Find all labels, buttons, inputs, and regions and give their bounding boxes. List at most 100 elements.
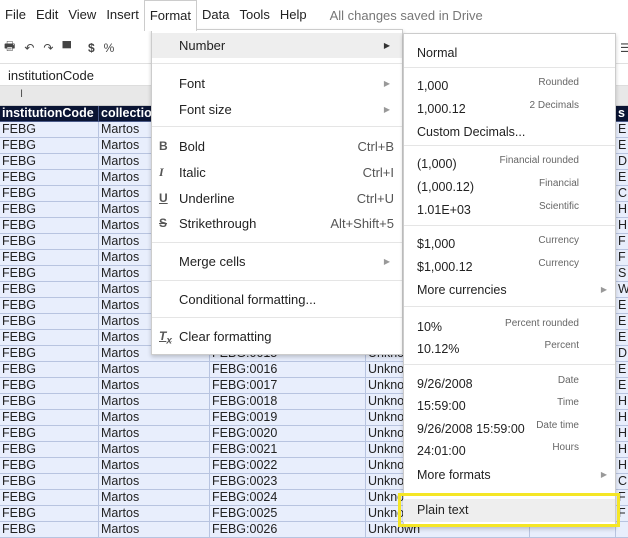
currency-button[interactable]: $: [88, 41, 95, 55]
cell[interactable]: H: [616, 218, 628, 234]
paint-format-icon[interactable]: ▀: [62, 41, 71, 55]
number-format-item[interactable]: 1,000 Rounded: [404, 75, 615, 97]
cell[interactable]: FEBG: [0, 490, 99, 506]
cell[interactable]: C: [616, 186, 628, 202]
cell[interactable]: FEBG: [0, 442, 99, 458]
cell[interactable]: FEBG:0020: [210, 426, 366, 442]
cell[interactable]: E: [616, 170, 628, 186]
cell[interactable]: H: [616, 426, 628, 442]
menu-view[interactable]: View: [63, 0, 101, 30]
cell[interactable]: Martos: [99, 378, 210, 394]
cell[interactable]: D: [616, 154, 628, 170]
menu-file[interactable]: File: [0, 0, 31, 30]
cell[interactable]: E: [616, 362, 628, 378]
cell[interactable]: FEBG:0016: [210, 362, 366, 378]
cell[interactable]: S: [616, 266, 628, 282]
cell[interactable]: E: [616, 378, 628, 394]
cell[interactable]: FEBG: [0, 218, 99, 234]
cell[interactable]: FEBG: [0, 378, 99, 394]
cell[interactable]: FEBG:0021: [210, 442, 366, 458]
cell[interactable]: Martos: [99, 458, 210, 474]
menu-item-number[interactable]: Number ▶: [152, 33, 402, 58]
percent-button[interactable]: %: [104, 41, 115, 55]
cell[interactable]: Martos: [99, 522, 210, 538]
cell[interactable]: FEBG: [0, 186, 99, 202]
cell[interactable]: E: [616, 314, 628, 330]
number-format-item[interactable]: 9/26/2008 15:59:00 Date time: [404, 418, 615, 440]
number-format-item[interactable]: 10.12% Percent: [404, 338, 615, 360]
cell[interactable]: FEBG: [0, 298, 99, 314]
menu-format[interactable]: Format: [143, 0, 197, 31]
cell[interactable]: FEBG: [0, 474, 99, 490]
number-format-item[interactable]: 15:59:00 Time: [404, 395, 615, 417]
cell[interactable]: FEBG:0023: [210, 474, 366, 490]
menu-data[interactable]: Data: [197, 0, 234, 30]
cell[interactable]: E: [616, 330, 628, 346]
cell[interactable]: Martos: [99, 442, 210, 458]
cell[interactable]: Martos: [99, 474, 210, 490]
cell[interactable]: E: [616, 138, 628, 154]
cell[interactable]: FEBG: [0, 122, 99, 138]
cell[interactable]: FEBG: [0, 234, 99, 250]
cell[interactable]: FEBG:0017: [210, 378, 366, 394]
cell[interactable]: F: [616, 250, 628, 266]
number-format-item[interactable]: 1.01E+03 Scientific: [404, 199, 615, 221]
number-format-item[interactable]: $1,000.12 Currency: [404, 256, 615, 278]
cell[interactable]: W: [616, 282, 628, 298]
cell[interactable]: FEBG: [0, 506, 99, 522]
cell[interactable]: FEBG:0025: [210, 506, 366, 522]
cell[interactable]: FEBG:0026: [210, 522, 366, 538]
align-icon[interactable]: ☰: [620, 41, 628, 55]
menu-item-italic[interactable]: I Italic Ctrl+I: [152, 160, 402, 185]
menu-item-plain-text[interactable]: Plain text: [398, 493, 620, 527]
cell[interactable]: FEBG: [0, 170, 99, 186]
cell[interactable]: FEBG: [0, 314, 99, 330]
cell[interactable]: H: [616, 442, 628, 458]
cell[interactable]: FEBG: [0, 202, 99, 218]
number-format-item[interactable]: 10% Percent rounded: [404, 316, 615, 338]
cell[interactable]: FEBG: [0, 362, 99, 378]
menu-tools[interactable]: Tools: [234, 0, 274, 30]
menu-item-font-size[interactable]: Font size ▶: [152, 97, 402, 122]
cell[interactable]: FEBG: [0, 410, 99, 426]
number-format-item[interactable]: More currencies ▶: [404, 279, 615, 301]
redo-icon[interactable]: ↷: [43, 41, 53, 55]
cell[interactable]: Martos: [99, 362, 210, 378]
cell[interactable]: FEBG: [0, 394, 99, 410]
number-format-item[interactable]: (1,000) Financial rounded: [404, 153, 615, 175]
cell[interactable]: FEBG:0019: [210, 410, 366, 426]
cell[interactable]: H: [616, 394, 628, 410]
menu-item-strikethrough[interactable]: S Strikethrough Alt+Shift+5: [152, 211, 402, 236]
cell[interactable]: FEBG:0018: [210, 394, 366, 410]
number-format-item[interactable]: Normal: [404, 42, 615, 64]
column-header-label[interactable]: I: [20, 88, 23, 100]
cell[interactable]: E: [616, 298, 628, 314]
cell[interactable]: s: [616, 106, 628, 122]
number-format-item[interactable]: (1,000.12) Financial: [404, 176, 615, 198]
menu-item-font[interactable]: Font ▶: [152, 71, 402, 96]
cell[interactable]: FEBG: [0, 426, 99, 442]
cell[interactable]: D: [616, 346, 628, 362]
menu-edit[interactable]: Edit: [31, 0, 63, 30]
cell[interactable]: Martos: [99, 426, 210, 442]
number-format-item[interactable]: 1,000.12 2 Decimals: [404, 98, 615, 120]
undo-icon[interactable]: ↶: [24, 41, 34, 55]
menu-item-conditional-formatting[interactable]: Conditional formatting...: [152, 287, 402, 312]
cell[interactable]: FEBG:0024: [210, 490, 366, 506]
cell[interactable]: FEBG: [0, 154, 99, 170]
menu-item-clear-formatting[interactable]: Tx Clear formatting: [152, 324, 402, 349]
cell[interactable]: Martos: [99, 490, 210, 506]
number-format-item[interactable]: 24:01:00 Hours: [404, 440, 615, 462]
cell[interactable]: institutionCode: [0, 106, 99, 122]
menu-item-merge-cells[interactable]: Merge cells ▶: [152, 249, 402, 274]
cell[interactable]: H: [616, 202, 628, 218]
cell[interactable]: FEBG:0022: [210, 458, 366, 474]
cell[interactable]: C: [616, 474, 628, 490]
cell[interactable]: H: [616, 410, 628, 426]
cell[interactable]: FEBG: [0, 522, 99, 538]
menu-insert[interactable]: Insert: [101, 0, 144, 30]
menu-item-underline[interactable]: U Underline Ctrl+U: [152, 186, 402, 211]
number-format-item[interactable]: 9/26/2008 Date: [404, 373, 615, 395]
cell[interactable]: FEBG: [0, 266, 99, 282]
cell[interactable]: FEBG: [0, 458, 99, 474]
